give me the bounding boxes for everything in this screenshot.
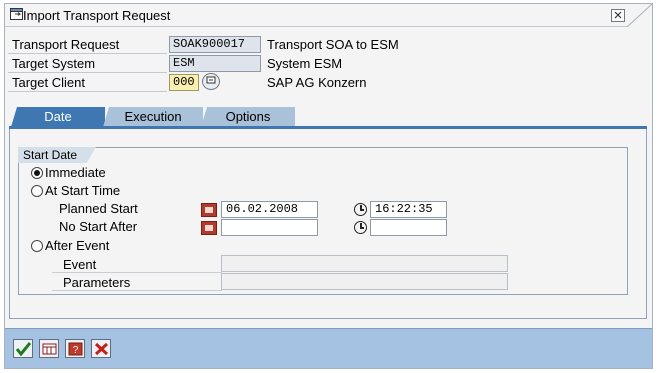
- footer-toolbar: ?: [5, 328, 652, 368]
- event-label: Event: [52, 256, 222, 273]
- value-help-icon: [206, 76, 216, 84]
- at-start-time-label: At Start Time: [45, 183, 121, 198]
- tab-options[interactable]: Options: [201, 107, 295, 127]
- close-button[interactable]: [611, 9, 625, 22]
- planned-start-date-input[interactable]: 06.02.2008: [221, 201, 318, 218]
- title-bar: Import Transport Request: [5, 4, 653, 28]
- no-start-after-label: No Start After: [59, 219, 138, 234]
- transport-request-description: Transport SOA to ESM: [267, 37, 399, 52]
- no-start-after-time-input[interactable]: [370, 219, 447, 236]
- close-icon: [614, 11, 622, 19]
- schedule-icon: [42, 343, 57, 355]
- immediate-label: Immediate: [45, 165, 106, 180]
- title-divider: [5, 26, 627, 27]
- planned-start-label: Planned Start: [59, 201, 138, 216]
- continue-icon: [16, 342, 31, 356]
- immediate-radio[interactable]: [31, 167, 43, 179]
- cancel-button[interactable]: [91, 339, 111, 358]
- start-date-group-title: Start Date: [18, 147, 96, 163]
- title-slant-decoration: [626, 4, 653, 28]
- tab-execution[interactable]: Execution: [103, 107, 203, 127]
- no-start-after-date-input[interactable]: [221, 219, 318, 236]
- help-icon: ?: [68, 342, 83, 356]
- after-event-label: After Event: [45, 238, 110, 253]
- calendar-icon[interactable]: [201, 221, 217, 235]
- calendar-icon[interactable]: [201, 203, 217, 217]
- transport-request-label: Transport Request: [8, 35, 167, 54]
- svg-text:?: ?: [73, 345, 79, 356]
- transport-request-field: SOAK900017: [169, 36, 261, 53]
- window-icon: [10, 8, 23, 20]
- target-client-description: SAP AG Konzern: [267, 75, 367, 90]
- tab-date[interactable]: Date: [11, 107, 105, 127]
- target-client-label: Target Client: [8, 73, 167, 92]
- target-system-label: Target System: [8, 54, 167, 73]
- parameters-input[interactable]: [221, 273, 508, 290]
- cancel-icon: [94, 342, 109, 356]
- clock-icon[interactable]: [354, 221, 367, 234]
- target-client-value-help-button[interactable]: [202, 73, 220, 90]
- clock-icon[interactable]: [354, 203, 367, 216]
- schedule-button[interactable]: [39, 339, 59, 358]
- target-system-field: ESM: [169, 55, 261, 72]
- planned-start-time-input[interactable]: 16:22:35: [370, 201, 447, 218]
- tab-strip-line: [9, 126, 647, 129]
- event-input[interactable]: [221, 255, 508, 272]
- parameters-label: Parameters: [52, 274, 222, 291]
- target-client-field[interactable]: 000: [169, 74, 199, 91]
- help-button[interactable]: ?: [65, 339, 85, 358]
- continue-button[interactable]: [13, 339, 33, 358]
- at-start-time-radio[interactable]: [31, 185, 43, 197]
- target-system-description: System ESM: [267, 56, 343, 71]
- import-transport-dialog: Import Transport Request Transport Reque…: [4, 3, 653, 369]
- after-event-radio[interactable]: [31, 240, 43, 252]
- window-title: Import Transport Request: [23, 8, 171, 23]
